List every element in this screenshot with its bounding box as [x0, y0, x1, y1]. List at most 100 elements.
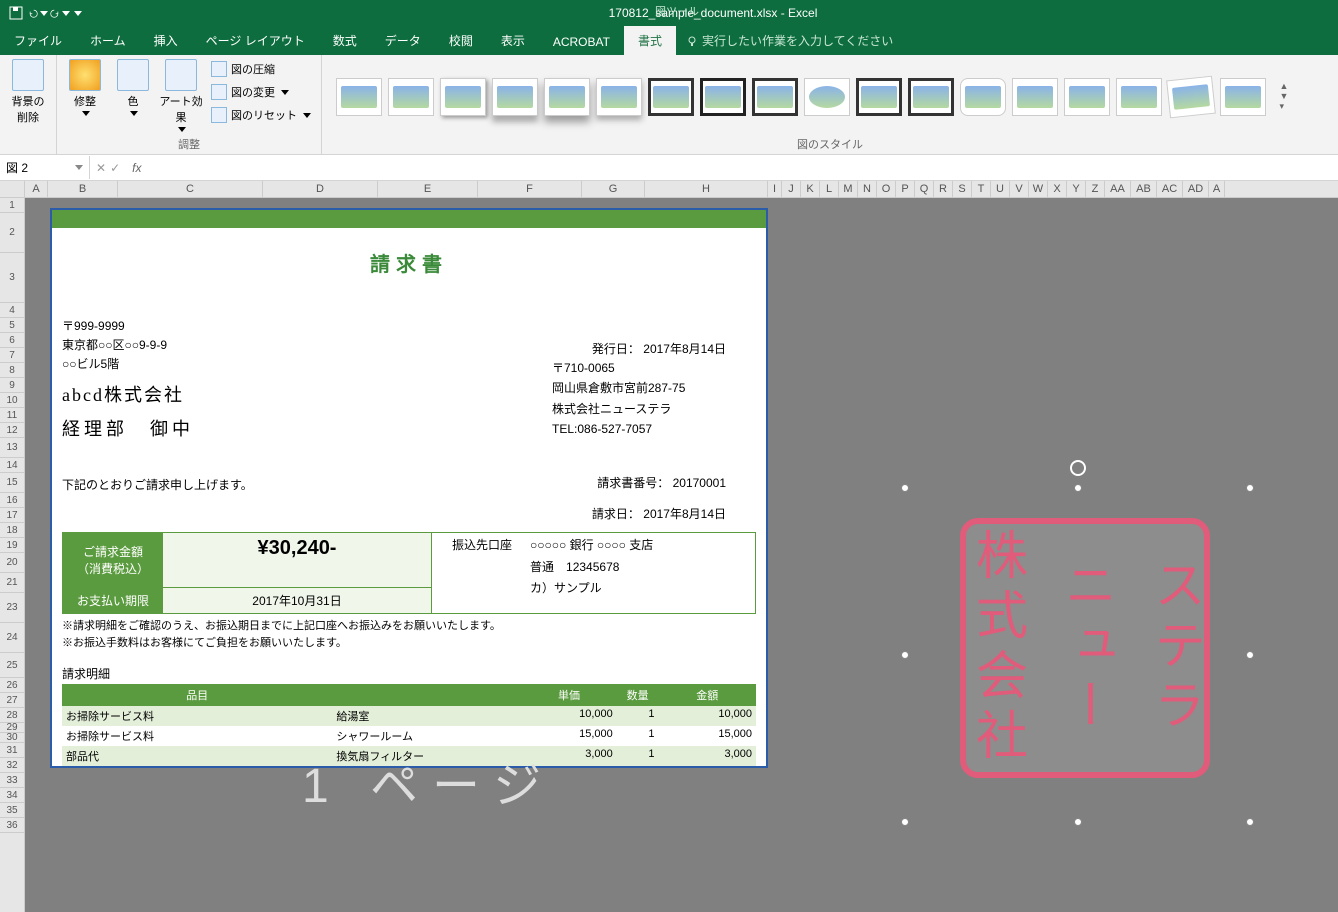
resize-handle[interactable]: [901, 818, 909, 826]
name-box[interactable]: 図 2: [0, 156, 90, 179]
picture-style-item[interactable]: [856, 78, 902, 116]
tab-format[interactable]: 書式: [624, 26, 676, 55]
row-header[interactable]: 32: [0, 758, 24, 773]
column-header[interactable]: M: [839, 181, 858, 197]
row-header[interactable]: 12: [0, 423, 24, 438]
tab-file[interactable]: ファイル: [0, 26, 76, 55]
column-header[interactable]: A: [1209, 181, 1225, 197]
picture-style-item[interactable]: [492, 78, 538, 116]
column-header[interactable]: G: [582, 181, 645, 197]
row-header[interactable]: 8: [0, 363, 24, 378]
row-header[interactable]: 5: [0, 318, 24, 333]
reset-picture-button[interactable]: 図のリセット: [207, 105, 315, 125]
column-header[interactable]: K: [801, 181, 820, 197]
row-header[interactable]: 36: [0, 818, 24, 833]
row-header[interactable]: 4: [0, 303, 24, 318]
row-header[interactable]: 26: [0, 678, 24, 693]
picture-style-item[interactable]: [1166, 75, 1216, 118]
column-header[interactable]: I: [768, 181, 782, 197]
column-header[interactable]: R: [934, 181, 953, 197]
row-header[interactable]: 15: [0, 473, 24, 493]
row-header[interactable]: 16: [0, 493, 24, 508]
picture-style-item[interactable]: [804, 78, 850, 116]
column-header[interactable]: V: [1010, 181, 1029, 197]
artistic-effects-button[interactable]: アート効果: [159, 59, 203, 132]
tab-view[interactable]: 表示: [487, 26, 539, 55]
column-header[interactable]: E: [378, 181, 478, 197]
row-header[interactable]: 30: [0, 733, 24, 743]
row-header[interactable]: 17: [0, 508, 24, 523]
column-header[interactable]: Q: [915, 181, 934, 197]
row-header[interactable]: 18: [0, 523, 24, 538]
picture-style-item[interactable]: [1220, 78, 1266, 116]
picture-style-item[interactable]: [544, 78, 590, 116]
corrections-button[interactable]: 修整: [63, 59, 107, 116]
column-header[interactable]: Z: [1086, 181, 1105, 197]
column-header[interactable]: S: [953, 181, 972, 197]
row-header[interactable]: 24: [0, 623, 24, 653]
picture-style-item[interactable]: [388, 78, 434, 116]
gallery-more-button[interactable]: ▲▼▾: [1276, 81, 1292, 112]
row-header[interactable]: 20: [0, 553, 24, 573]
row-header[interactable]: 23: [0, 593, 24, 623]
stamp-image[interactable]: 株式会社ニューステラ 株式会社 ニュー ステラ: [960, 518, 1210, 778]
formula-input[interactable]: [147, 166, 1338, 170]
picture-style-item[interactable]: [752, 78, 798, 116]
picture-style-item[interactable]: [960, 78, 1006, 116]
column-header[interactable]: W: [1029, 181, 1048, 197]
column-header[interactable]: H: [645, 181, 768, 197]
row-header[interactable]: 35: [0, 803, 24, 818]
column-header[interactable]: N: [858, 181, 877, 197]
row-header[interactable]: 25: [0, 653, 24, 678]
column-header[interactable]: AC: [1157, 181, 1183, 197]
fx-button[interactable]: fx: [126, 161, 147, 175]
row-header[interactable]: 2: [0, 213, 24, 253]
picture-style-item[interactable]: [1064, 78, 1110, 116]
undo-icon[interactable]: [28, 3, 48, 23]
column-header[interactable]: P: [896, 181, 915, 197]
row-header[interactable]: 33: [0, 773, 24, 788]
column-header[interactable]: T: [972, 181, 991, 197]
select-all-corner[interactable]: [0, 181, 25, 197]
resize-handle[interactable]: [901, 651, 909, 659]
resize-handle[interactable]: [1246, 484, 1254, 492]
row-header[interactable]: 1: [0, 198, 24, 213]
picture-style-item[interactable]: [700, 78, 746, 116]
picture-style-item[interactable]: [1012, 78, 1058, 116]
row-header[interactable]: 28: [0, 708, 24, 723]
picture-style-item[interactable]: [648, 78, 694, 116]
resize-handle[interactable]: [1246, 818, 1254, 826]
row-header[interactable]: 6: [0, 333, 24, 348]
resize-handle[interactable]: [1074, 484, 1082, 492]
redo-icon[interactable]: [50, 3, 70, 23]
column-header[interactable]: J: [782, 181, 801, 197]
tab-acrobat[interactable]: ACROBAT: [539, 29, 624, 55]
tab-insert[interactable]: 挿入: [140, 26, 192, 55]
row-header[interactable]: 13: [0, 438, 24, 458]
tab-review[interactable]: 校閲: [435, 26, 487, 55]
row-header[interactable]: 31: [0, 743, 24, 758]
column-header[interactable]: D: [263, 181, 378, 197]
picture-style-item[interactable]: [1116, 78, 1162, 116]
rotate-handle-icon[interactable]: [1070, 460, 1086, 476]
cells-grid[interactable]: 請求書 発行日： 2017年8月14日 〒999-9999 東京都○○区○○9-…: [25, 198, 1338, 912]
color-button[interactable]: 色: [111, 59, 155, 116]
tab-home[interactable]: ホーム: [76, 26, 140, 55]
picture-style-item[interactable]: [596, 78, 642, 116]
column-header[interactable]: Y: [1067, 181, 1086, 197]
remove-background-button[interactable]: 背景の 削除: [6, 59, 50, 125]
row-header[interactable]: 3: [0, 253, 24, 303]
resize-handle[interactable]: [1246, 651, 1254, 659]
column-header[interactable]: X: [1048, 181, 1067, 197]
row-header[interactable]: 7: [0, 348, 24, 363]
column-header[interactable]: AB: [1131, 181, 1157, 197]
row-header[interactable]: 19: [0, 538, 24, 553]
resize-handle[interactable]: [1074, 818, 1082, 826]
picture-style-item[interactable]: [440, 78, 486, 116]
change-picture-button[interactable]: 図の変更: [207, 82, 315, 102]
cancel-icon[interactable]: ✕: [96, 161, 106, 175]
tab-data[interactable]: データ: [371, 26, 435, 55]
column-header[interactable]: A: [25, 181, 48, 197]
compress-pictures-button[interactable]: 図の圧縮: [207, 59, 315, 79]
column-header[interactable]: L: [820, 181, 839, 197]
